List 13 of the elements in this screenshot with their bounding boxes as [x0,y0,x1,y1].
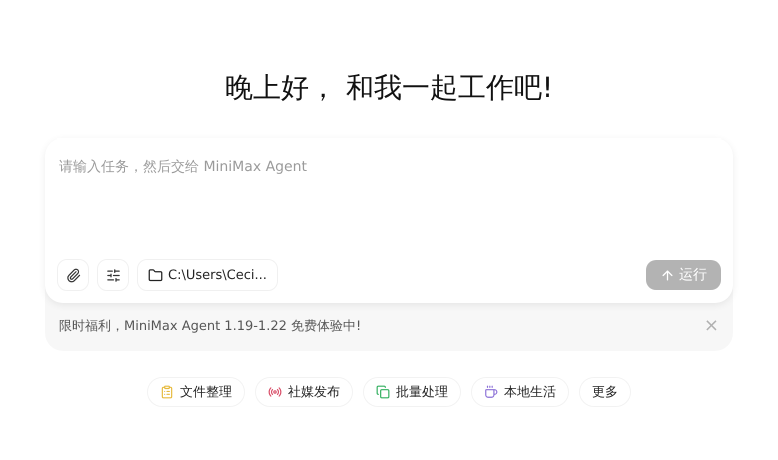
promo-text: 限时福利，MiniMax Agent 1.19-1.22 免费体验中! [59,318,362,335]
suggestion-chip[interactable]: 社媒发布 [255,377,353,407]
suggestion-chip[interactable]: 更多 [579,377,631,407]
sliders-icon [106,268,120,282]
paperclip-icon [66,268,80,282]
greeting-heading: 晚上好， 和我一起工作吧! [224,70,554,106]
attach-button[interactable] [57,259,89,291]
suggestion-chip[interactable]: 文件整理 [147,377,245,407]
suggestion-chip[interactable]: 批量处理 [363,377,461,407]
folder-icon [148,268,163,282]
suggestion-chip[interactable]: 本地生活 [471,377,569,407]
settings-button[interactable] [97,259,129,291]
folder-button[interactable]: C:\Users\Ceci... [137,259,278,291]
